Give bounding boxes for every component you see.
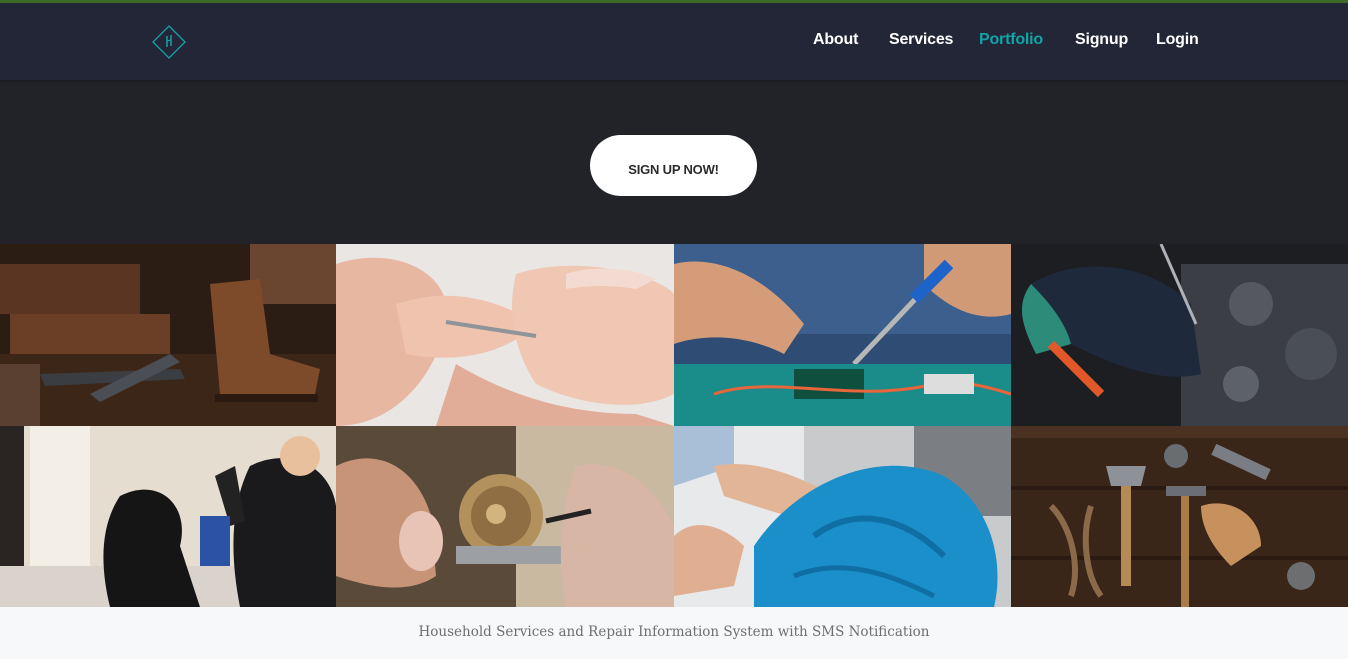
nav-login[interactable]: Login xyxy=(1156,31,1199,49)
watch-repair-image xyxy=(336,426,674,607)
cobbler-tools-image xyxy=(0,244,336,426)
top-accent-line xyxy=(0,0,1348,3)
portfolio-item-laundry[interactable] xyxy=(674,426,1011,607)
portfolio-item-watch[interactable] xyxy=(336,426,674,607)
sign-up-now-button[interactable]: SIGN UP NOW! xyxy=(590,135,757,196)
masthead: SIGN UP NOW! xyxy=(0,80,1348,244)
portfolio-item-manicure[interactable] xyxy=(336,244,674,426)
manicure-image xyxy=(336,244,674,426)
nav-services[interactable]: Services xyxy=(889,31,953,49)
nav-portfolio[interactable]: Portfolio xyxy=(979,31,1043,49)
carpentry-tools-image xyxy=(1011,426,1348,607)
laundry-towel-image xyxy=(674,426,1011,607)
portfolio-item-salon[interactable] xyxy=(0,426,336,607)
footer: Household Services and Repair Informatio… xyxy=(0,607,1348,659)
diamond-logo-icon xyxy=(152,25,186,59)
navbar: About Services Portfolio Signup Login xyxy=(0,3,1348,80)
portfolio-item-soldering[interactable] xyxy=(674,244,1011,426)
portfolio-item-cobbler[interactable] xyxy=(0,244,336,426)
nav-about[interactable]: About xyxy=(813,31,858,49)
portfolio-grid xyxy=(0,244,1348,607)
soldering-image xyxy=(674,244,1011,426)
brand-logo[interactable] xyxy=(151,24,187,60)
footer-text: Household Services and Repair Informatio… xyxy=(418,624,930,640)
portfolio-item-tools[interactable] xyxy=(1011,426,1348,607)
nav-signup[interactable]: Signup xyxy=(1075,31,1128,49)
portfolio-item-engine[interactable] xyxy=(1011,244,1348,426)
engine-repair-image xyxy=(1011,244,1348,426)
hair-salon-image xyxy=(0,426,336,607)
